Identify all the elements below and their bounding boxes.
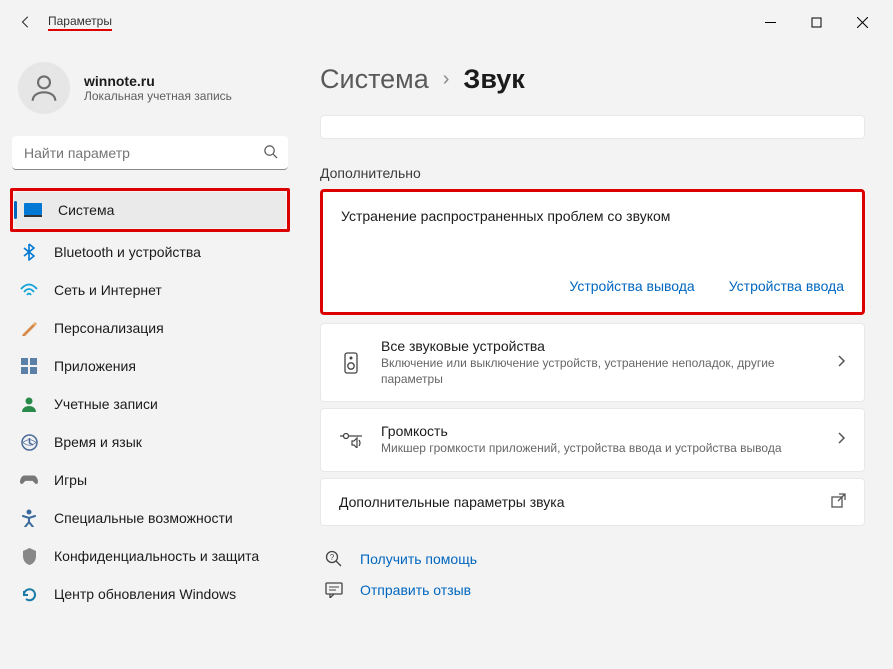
search-icon (263, 144, 278, 162)
row-title: Дополнительные параметры звука (339, 494, 813, 510)
sidebar-item-time[interactable]: Время и язык (10, 424, 290, 460)
sidebar-item-label: Сеть и Интернет (54, 282, 162, 298)
sidebar-item-gaming[interactable]: Игры (10, 462, 290, 498)
row-title: Громкость (381, 423, 818, 439)
accounts-icon (20, 395, 38, 413)
apps-icon (20, 357, 38, 375)
sidebar-item-update[interactable]: Центр обновления Windows (10, 576, 290, 612)
sidebar-item-label: Приложения (54, 358, 136, 374)
troubleshoot-card: Устранение распространенных проблем со з… (320, 189, 865, 315)
volume-row[interactable]: Громкость Микшер громкости приложений, у… (320, 408, 865, 472)
back-button[interactable] (8, 4, 44, 40)
system-icon (24, 201, 42, 219)
sidebar-item-bluetooth[interactable]: Bluetooth и устройства (10, 234, 290, 270)
svg-text:?: ? (330, 553, 335, 562)
search-box[interactable] (12, 136, 288, 170)
close-button[interactable] (839, 6, 885, 38)
breadcrumb: Система › Звук (320, 64, 865, 95)
help-label: Получить помощь (360, 551, 477, 567)
gaming-icon (20, 471, 38, 489)
sidebar-item-label: Специальные возможности (54, 510, 233, 526)
feedback-icon (324, 582, 344, 598)
maximize-button[interactable] (793, 6, 839, 38)
sidebar-item-apps[interactable]: Приложения (10, 348, 290, 384)
sidebar-item-label: Система (58, 202, 114, 218)
sidebar-item-accounts[interactable]: Учетные записи (10, 386, 290, 422)
network-icon (20, 281, 38, 299)
chevron-right-icon: › (443, 68, 450, 91)
sidebar-item-system[interactable]: Система (14, 192, 286, 228)
minimize-button[interactable] (747, 6, 793, 38)
external-link-icon (831, 493, 846, 511)
help-icon: ? (324, 550, 344, 568)
sidebar-item-personalization[interactable]: Персонализация (10, 310, 290, 346)
search-input[interactable] (12, 136, 288, 170)
sidebar-item-label: Учетные записи (54, 396, 158, 412)
sidebar-item-label: Bluetooth и устройства (54, 244, 201, 260)
chevron-right-icon (836, 431, 846, 448)
privacy-icon (20, 547, 38, 565)
output-devices-link[interactable]: Устройства вывода (569, 278, 694, 294)
window-title: Параметры (48, 14, 112, 31)
personalization-icon (20, 319, 38, 337)
troubleshoot-title: Устранение распространенных проблем со з… (341, 208, 844, 224)
sidebar-item-label: Время и язык (54, 434, 142, 450)
row-title: Все звуковые устройства (381, 338, 818, 354)
volume-slider-icon (339, 432, 363, 448)
update-icon (20, 585, 38, 603)
chevron-right-icon (836, 354, 846, 371)
feedback-link[interactable]: Отправить отзыв (324, 582, 865, 598)
accessibility-icon (20, 509, 38, 527)
all-devices-row[interactable]: Все звуковые устройства Включение или вы… (320, 323, 865, 402)
section-title: Дополнительно (320, 165, 865, 181)
more-sound-row[interactable]: Дополнительные параметры звука (320, 478, 865, 526)
sidebar-item-label: Центр обновления Windows (54, 586, 236, 602)
bluetooth-icon (20, 243, 38, 261)
profile-block[interactable]: winnote.ru Локальная учетная запись (10, 44, 290, 132)
sidebar-item-label: Персонализация (54, 320, 164, 336)
row-subtitle: Микшер громкости приложений, устройства … (381, 441, 818, 457)
row-subtitle: Включение или выключение устройств, устр… (381, 356, 818, 387)
collapsed-row (320, 115, 865, 139)
breadcrumb-current: Звук (463, 64, 524, 95)
sidebar-item-label: Игры (54, 472, 87, 488)
sidebar-item-accessibility[interactable]: Специальные возможности (10, 500, 290, 536)
profile-name: winnote.ru (84, 73, 232, 89)
sidebar-item-network[interactable]: Сеть и Интернет (10, 272, 290, 308)
breadcrumb-parent[interactable]: Система (320, 64, 429, 95)
speaker-icon (339, 352, 363, 374)
profile-sub: Локальная учетная запись (84, 89, 232, 103)
get-help-link[interactable]: ? Получить помощь (324, 550, 865, 568)
sidebar-item-label: Конфиденциальность и защита (54, 548, 259, 564)
avatar (18, 62, 70, 114)
feedback-label: Отправить отзыв (360, 582, 471, 598)
input-devices-link[interactable]: Устройства ввода (729, 278, 844, 294)
sidebar-item-privacy[interactable]: Конфиденциальность и защита (10, 538, 290, 574)
time-icon (20, 433, 38, 451)
